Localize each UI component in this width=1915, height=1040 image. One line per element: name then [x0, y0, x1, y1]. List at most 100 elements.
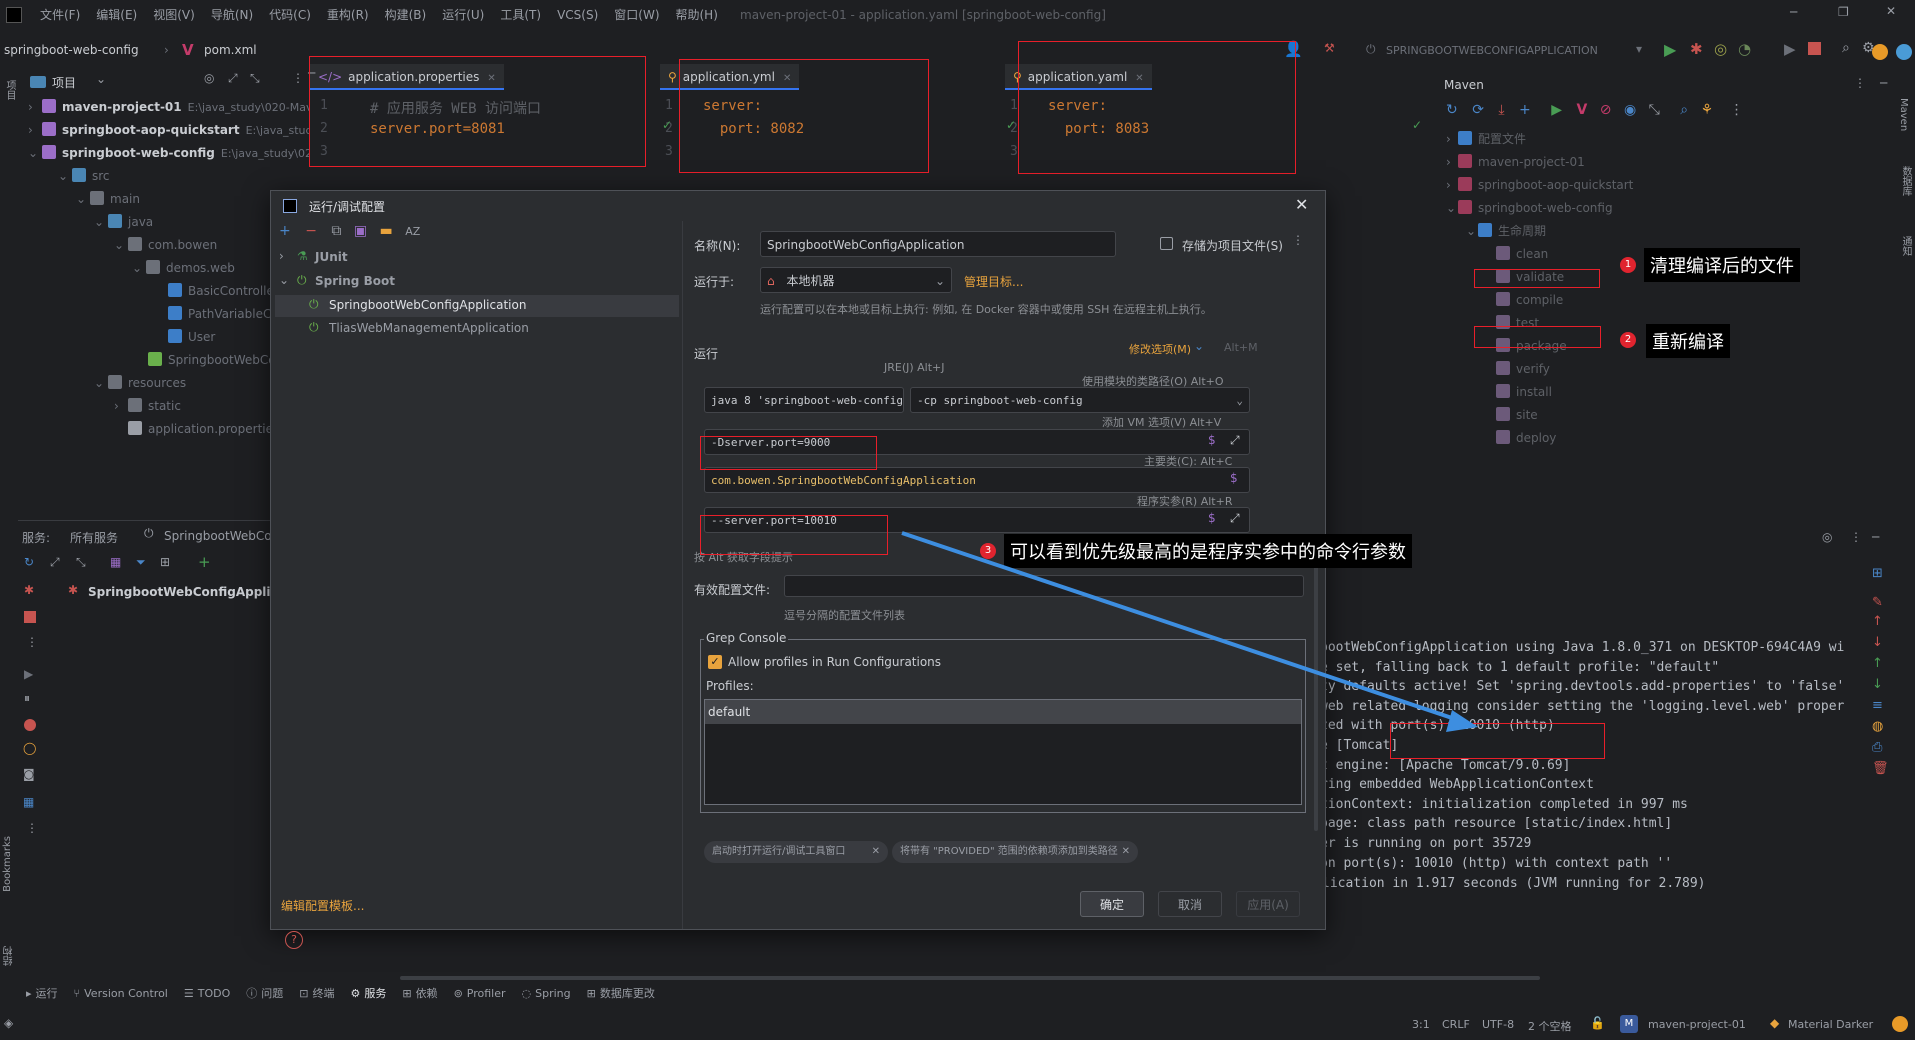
chevron-right-icon[interactable]: ›	[1446, 174, 1456, 196]
remove-config-icon[interactable]: −	[305, 223, 317, 239]
minimize-panel-icon[interactable]: ─	[1880, 76, 1887, 90]
tree-node[interactable]: ⌄ main	[76, 188, 140, 210]
chevron-down-icon[interactable]: ⌄	[1446, 197, 1456, 219]
maven-tree-node[interactable]: › springboot-aop-quickstart	[1446, 174, 1633, 196]
menu-item[interactable]: 构建(B)	[385, 8, 427, 22]
cancel-button[interactable]: 取消	[1158, 891, 1222, 917]
folder-config-icon[interactable]: ▬	[380, 223, 393, 239]
debug-icon[interactable]: ✱	[24, 583, 34, 597]
dropdown-icon[interactable]: ▾	[1636, 42, 1642, 56]
menu-item[interactable]: 运行(U)	[442, 8, 484, 22]
breadcrumb-file[interactable]: pom.xml	[204, 43, 257, 57]
tree-node[interactable]: ⌄ resources	[94, 372, 186, 394]
bottom-tool-tab[interactable]: ▸ 运行	[26, 987, 58, 1000]
run-config-selector[interactable]: SPRINGBOOTWEBCONFIGAPPLICATION	[1386, 44, 1598, 57]
classpath-select[interactable]: -cp springboot-web-config ⌄	[910, 387, 1250, 413]
lifecycle-goal[interactable]: deploy	[1484, 427, 1556, 449]
deps-icon[interactable]: ⚘	[1701, 102, 1714, 118]
layers-icon[interactable]: ◈	[4, 1016, 13, 1030]
more-icon[interactable]: ⋮	[1730, 102, 1744, 118]
project-tool-label[interactable]: 项目	[2, 80, 17, 100]
new-service-icon[interactable]: ⊞	[160, 555, 170, 569]
skip-tests-icon[interactable]: ⊘	[1600, 102, 1612, 118]
apply-button[interactable]: 应用(A)	[1236, 891, 1300, 917]
chevron-down-icon[interactable]: ⌄	[132, 257, 142, 279]
junit-node[interactable]: JUnit	[315, 250, 348, 264]
print-icon[interactable]: ⎙	[1872, 740, 1892, 755]
tree-node[interactable]: › maven-project-01 E:\java_study\020-Maven…	[28, 96, 341, 118]
camera-icon[interactable]: ◙	[23, 767, 35, 781]
pause-icon[interactable]: ⏸	[24, 691, 30, 706]
scroll-up-icon[interactable]: ↑	[1872, 656, 1892, 671]
rerun-icon[interactable]: ↻	[24, 555, 34, 569]
bottom-tool-tab[interactable]: ⚙ 服务	[350, 987, 386, 1000]
tab-springboot-service[interactable]: SpringbootWebCo	[164, 529, 272, 543]
maven-icon[interactable]: V	[1576, 102, 1587, 118]
menu-item[interactable]: 编辑(E)	[96, 8, 137, 22]
expand-icon[interactable]: ⤢	[228, 71, 238, 86]
bottom-tool-tab[interactable]: ⊞ 依赖	[402, 987, 437, 1000]
menu-item[interactable]: 重构(R)	[327, 8, 369, 22]
bottom-tool-tab[interactable]: ⑂ Version Control	[74, 987, 168, 1000]
maven-tree-node[interactable]: ⌄ 生命周期	[1466, 220, 1546, 242]
menu-item[interactable]: 帮助(H)	[676, 8, 718, 22]
chevron-right-icon[interactable]: ›	[28, 96, 38, 118]
chevron-right-icon[interactable]: ›	[114, 395, 124, 417]
tree-node[interactable]: ⌄ com.bowen	[114, 234, 217, 256]
lifecycle-goal[interactable]: clean	[1484, 243, 1548, 265]
group-icon[interactable]: ▦	[110, 555, 121, 569]
breadcrumb-project[interactable]: springboot-web-config	[4, 43, 139, 57]
menu-item[interactable]: 代码(C)	[269, 8, 311, 22]
collapse-icon[interactable]: ⤡	[250, 71, 260, 86]
expand-icon[interactable]: ⤢	[50, 555, 60, 570]
debug-icon[interactable]: ✱	[1690, 40, 1703, 58]
chevron-right-icon[interactable]: ›	[1446, 151, 1456, 173]
download-icon[interactable]: ⤓	[1498, 102, 1504, 118]
profiles-list[interactable]: default	[704, 699, 1302, 805]
browse-icon[interactable]: $	[1230, 471, 1238, 485]
toolbox-icon[interactable]	[1896, 44, 1912, 60]
coverage-icon[interactable]: ◎	[1714, 40, 1727, 58]
structure-tool-label[interactable]: 结构	[2, 946, 17, 966]
chevron-down-icon[interactable]: ⌄	[279, 273, 289, 287]
expand-field-icon[interactable]: ⤢	[1230, 433, 1240, 448]
macro-icon[interactable]: $	[1208, 511, 1216, 525]
menu-item[interactable]: VCS(S)	[557, 8, 598, 22]
add-config-icon[interactable]: +	[279, 223, 291, 239]
run-icon[interactable]: ▶	[1664, 40, 1676, 59]
scroll-down-icon[interactable]: ↓	[1872, 677, 1892, 692]
database-tool-label[interactable]: 数据库	[1898, 166, 1913, 196]
notifications-tool-label[interactable]: 通知	[1898, 236, 1913, 256]
minimize-panel-icon[interactable]: ─	[1872, 530, 1879, 544]
tree-node[interactable]: › springboot-aop-quickstart E:\java_study\…	[28, 119, 344, 141]
config-item-tlias[interactable]: TliasWebManagementApplication	[329, 321, 529, 335]
lifecycle-goal[interactable]: install	[1484, 381, 1552, 403]
tree-node[interactable]: BasicController	[154, 280, 279, 302]
grep-icon[interactable]: ◍	[1872, 719, 1892, 734]
chip-open-tool-window[interactable]: 启动时打开运行/调试工具窗口 ✕	[704, 841, 888, 863]
breakpoint-icon[interactable]	[24, 719, 36, 731]
tree-node[interactable]: ⌄ springboot-web-config E:\java_study\020-…	[28, 142, 332, 164]
lifecycle-goal[interactable]: compile	[1484, 289, 1563, 311]
more-icon[interactable]: ⋮	[1854, 76, 1866, 90]
collapse-icon[interactable]: ⤡	[1649, 102, 1660, 118]
bottom-tool-tab[interactable]: ☰ TODO	[184, 987, 230, 1000]
chevron-down-icon[interactable]: ⌄	[28, 142, 38, 164]
copy-config-icon[interactable]: ⧉	[331, 223, 341, 239]
sort-icon[interactable]: AZ	[405, 225, 420, 238]
stop-icon[interactable]	[24, 611, 36, 623]
status-project[interactable]: maven-project-01	[1648, 1018, 1746, 1031]
tree-node[interactable]: ⌄ java	[94, 211, 153, 233]
chevron-right-icon[interactable]: ›	[28, 119, 38, 141]
lifecycle-goal[interactable]: site	[1484, 404, 1538, 426]
bottom-tool-tab[interactable]: ⊚ Profiler	[454, 987, 506, 1000]
layout-icon[interactable]: ▦	[23, 795, 34, 809]
lifecycle-goal[interactable]: verify	[1484, 358, 1550, 380]
chevron-right-icon[interactable]: ›	[1446, 128, 1456, 150]
collapse-icon[interactable]: ⤡	[76, 555, 86, 570]
chevron-down-icon[interactable]: ⌄	[94, 211, 104, 233]
run-more-icon[interactable]: ▶	[1784, 40, 1796, 58]
theme-name[interactable]: Material Darker	[1788, 1018, 1873, 1031]
maximize-icon[interactable]: ❐	[1838, 5, 1849, 19]
maven-tree-node[interactable]: ⌄ springboot-web-config	[1446, 197, 1613, 219]
